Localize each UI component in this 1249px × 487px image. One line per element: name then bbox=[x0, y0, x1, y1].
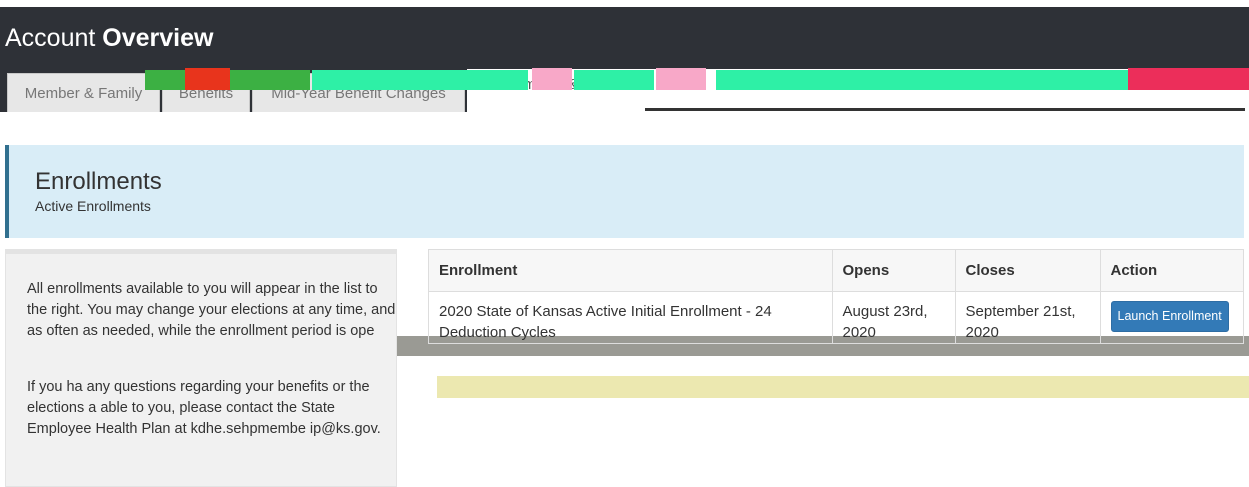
render-artifact-block bbox=[716, 70, 1128, 90]
render-artifact-block bbox=[532, 68, 572, 90]
heading-bold: Overview bbox=[102, 24, 214, 52]
render-artifact-block bbox=[185, 68, 230, 90]
page-title: Enrollments bbox=[35, 168, 162, 195]
tab-member-family[interactable]: Member & Family bbox=[7, 73, 160, 112]
launch-enrollment-button[interactable]: Launch Enrollment bbox=[1110, 300, 1229, 332]
app-header: Account Overview bbox=[0, 7, 1249, 65]
page-subtitle: Active Enrollments bbox=[35, 198, 151, 214]
render-artifact-band bbox=[437, 376, 1249, 398]
enrollments-table: Enrollment Opens Closes Action 2020 Stat… bbox=[428, 249, 1244, 344]
column-header-opens: Opens bbox=[832, 250, 956, 292]
enrollment-name: 2020 State of Kansas Active Initial Enro… bbox=[429, 291, 833, 343]
table-row: 2020 State of Kansas Active Initial Enro… bbox=[429, 291, 1243, 343]
heading-prefix: Account bbox=[5, 24, 96, 52]
render-artifact-block bbox=[574, 70, 654, 90]
column-header-action: Action bbox=[1100, 250, 1243, 292]
page-heading: Account Overview bbox=[5, 24, 213, 53]
render-artifact-block bbox=[656, 68, 706, 90]
render-artifact-block bbox=[1128, 68, 1249, 90]
column-header-closes: Closes bbox=[955, 250, 1101, 292]
render-artifact-line bbox=[645, 108, 1245, 111]
enrollment-opens: August 23rd, 2020 bbox=[832, 291, 956, 343]
info-text-contact: If you ha any questions regarding your b… bbox=[27, 379, 381, 437]
info-panel: All enrollments available to you will ap… bbox=[5, 249, 397, 487]
render-artifact-block bbox=[312, 70, 528, 90]
page-header: Enrollments Active Enrollments bbox=[5, 145, 1244, 238]
info-text-enrollments: All enrollments available to you will ap… bbox=[27, 281, 396, 339]
enrollment-action-cell: Launch Enrollment bbox=[1100, 291, 1243, 343]
table-header-row: Enrollment Opens Closes Action bbox=[429, 250, 1243, 292]
column-header-enrollment: Enrollment bbox=[429, 250, 833, 292]
enrollment-closes: September 21st, 2020 bbox=[955, 291, 1101, 343]
